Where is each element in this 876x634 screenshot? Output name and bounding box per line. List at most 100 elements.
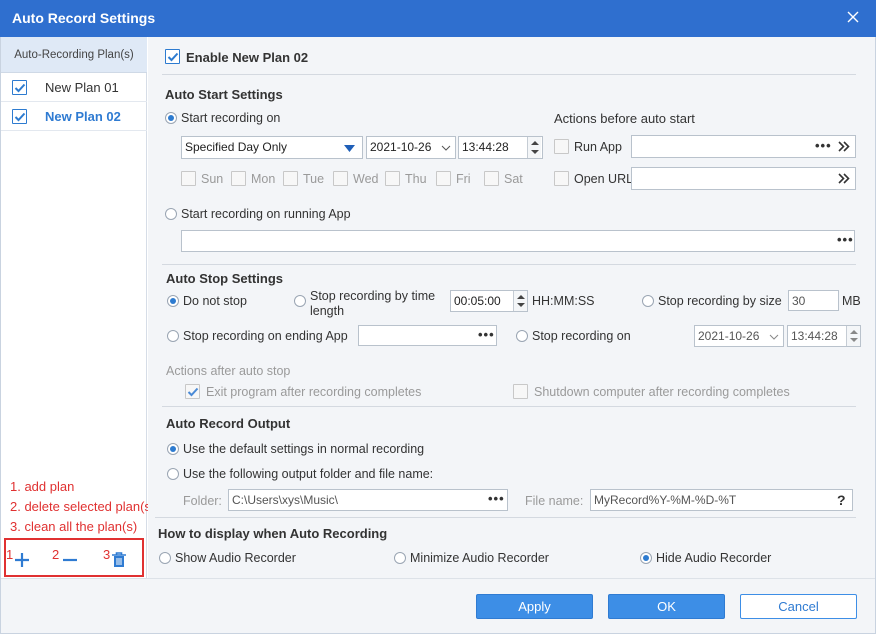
file-name-value: MyRecord%Y-%M-%D-%T <box>594 493 737 507</box>
enable-plan-checkbox[interactable] <box>165 49 180 64</box>
actions-before-title: Actions before auto start <box>554 111 695 126</box>
exit-program-checkbox[interactable] <box>185 384 200 399</box>
run-app-label: Run App <box>574 140 622 154</box>
delete-plan-icon[interactable] <box>61 551 79 569</box>
size-unit-label: MB <box>842 294 861 308</box>
run-app-input[interactable]: ••• <box>631 135 856 158</box>
shutdown-checkbox[interactable] <box>513 384 528 399</box>
time-length-input[interactable]: 00:05:00 <box>450 290 528 312</box>
divider <box>162 406 856 407</box>
time-length-spinner[interactable] <box>513 291 527 311</box>
auto-stop-title: Auto Stop Settings <box>166 271 283 286</box>
stop-by-time-label: Stop recording by time length <box>310 289 436 318</box>
day-label-tue: Tue <box>303 172 325 186</box>
actions-after-title: Actions after auto stop <box>166 364 291 378</box>
stop-time-input[interactable]: 13:44:28 <box>787 325 861 347</box>
stop-on-ending-app-radio[interactable] <box>167 330 179 342</box>
browse-icon[interactable]: ••• <box>815 136 832 156</box>
time-length-value: 00:05:00 <box>454 294 501 308</box>
start-date-value: 2021-10-26 <box>370 140 432 154</box>
ending-app-input[interactable]: ••• <box>358 325 497 346</box>
double-chevron-right-icon[interactable] <box>838 173 850 184</box>
shutdown-label: Shutdown computer after recording comple… <box>534 385 790 399</box>
trash-icon[interactable] <box>111 551 127 569</box>
day-checkbox-mon[interactable] <box>231 171 246 186</box>
stop-by-size-label: Stop recording by size <box>658 294 782 308</box>
hide-recorder-radio[interactable] <box>640 552 652 564</box>
show-recorder-radio[interactable] <box>159 552 171 564</box>
ok-button[interactable]: OK <box>608 594 725 619</box>
open-url-label: Open URL <box>574 172 634 186</box>
stop-on-ending-app-label: Stop recording on ending App <box>183 329 348 343</box>
plan-list-header: Auto-Recording Plan(s) <box>1 37 147 73</box>
window-title: Auto Record Settings <box>12 10 156 26</box>
annotation-clean: 3. clean all the plan(s) <box>10 519 138 534</box>
open-url-input[interactable] <box>631 167 856 190</box>
file-name-label: File name: <box>525 494 584 508</box>
start-time-input[interactable]: 13:44:28 <box>458 136 543 159</box>
stop-on-radio[interactable] <box>516 330 528 342</box>
divider <box>162 264 856 265</box>
custom-output-label: Use the following output folder and file… <box>183 467 434 481</box>
day-checkbox-tue[interactable] <box>283 171 298 186</box>
cancel-button[interactable]: Cancel <box>740 594 857 619</box>
enable-plan-label: Enable New Plan 02 <box>186 50 309 65</box>
close-icon[interactable] <box>844 8 862 26</box>
open-url-checkbox[interactable] <box>554 171 569 186</box>
plan-item[interactable]: New Plan 01 <box>1 73 147 102</box>
time-unit-label: HH:MM:SS <box>532 294 595 308</box>
start-time-value: 13:44:28 <box>462 140 509 154</box>
start-app-path-input[interactable]: ••• <box>181 230 855 252</box>
plan-checkbox[interactable] <box>12 80 27 95</box>
time-spinner[interactable] <box>527 137 541 158</box>
browse-icon[interactable]: ••• <box>488 490 505 509</box>
annotation-add: 1. add plan <box>10 479 75 494</box>
day-checkbox-sat[interactable] <box>484 171 499 186</box>
start-date-picker[interactable]: 2021-10-26 <box>366 136 456 159</box>
annotation-delete: 2. delete selected plan(s) <box>10 499 156 514</box>
file-name-input[interactable]: MyRecord%Y-%M-%D-%T ? <box>590 489 853 511</box>
run-app-checkbox[interactable] <box>554 139 569 154</box>
custom-output-radio[interactable] <box>167 468 179 480</box>
browse-icon[interactable]: ••• <box>478 326 495 345</box>
default-output-radio[interactable] <box>167 443 179 455</box>
size-input[interactable]: 30 <box>788 290 839 311</box>
day-checkbox-sun[interactable] <box>181 171 196 186</box>
double-chevron-right-icon[interactable] <box>838 141 850 152</box>
auto-start-title: Auto Start Settings <box>165 87 283 102</box>
hide-recorder-label: Hide Audio Recorder <box>656 551 772 565</box>
folder-input[interactable]: C:\Users\xys\Music\ ••• <box>228 489 508 511</box>
minimize-recorder-label: Minimize Audio Recorder <box>410 551 549 565</box>
stop-date-picker[interactable]: 2021-10-26 <box>694 325 784 347</box>
day-checkbox-fri[interactable] <box>436 171 451 186</box>
day-label-fri: Fri <box>456 172 471 186</box>
display-title: How to display when Auto Recording <box>158 526 388 541</box>
do-not-stop-radio[interactable] <box>167 295 179 307</box>
browse-icon[interactable]: ••• <box>837 231 854 250</box>
day-label-thu: Thu <box>405 172 427 186</box>
help-icon[interactable]: ? <box>837 490 846 510</box>
apply-button[interactable]: Apply <box>476 594 593 619</box>
tool-number-2: 2 <box>52 547 60 562</box>
do-not-stop-label: Do not stop <box>183 294 247 308</box>
stop-time-value: 13:44:28 <box>791 329 838 343</box>
day-checkbox-wed[interactable] <box>333 171 348 186</box>
exit-program-label: Exit program after recording completes <box>206 385 422 399</box>
start-on-label: Start recording on <box>181 111 281 125</box>
stop-time-spinner[interactable] <box>846 326 860 346</box>
minimize-recorder-radio[interactable] <box>394 552 406 564</box>
plan-checkbox[interactable] <box>12 109 27 124</box>
start-on-radio[interactable] <box>165 112 177 124</box>
day-label-wed: Wed <box>353 172 379 186</box>
plan-label: New Plan 01 <box>45 80 119 95</box>
plan-item-selected[interactable]: New Plan 02 <box>1 102 147 131</box>
stop-date-value: 2021-10-26 <box>698 329 760 343</box>
start-mode-select[interactable]: Specified Day Only <box>181 136 363 159</box>
day-checkbox-thu[interactable] <box>385 171 400 186</box>
stop-by-size-radio[interactable] <box>642 295 654 307</box>
add-plan-icon[interactable] <box>13 551 31 569</box>
stop-by-time-radio[interactable] <box>294 295 306 307</box>
start-on-app-radio[interactable] <box>165 208 177 220</box>
tool-number-3: 3 <box>103 547 111 562</box>
divider <box>155 517 856 518</box>
